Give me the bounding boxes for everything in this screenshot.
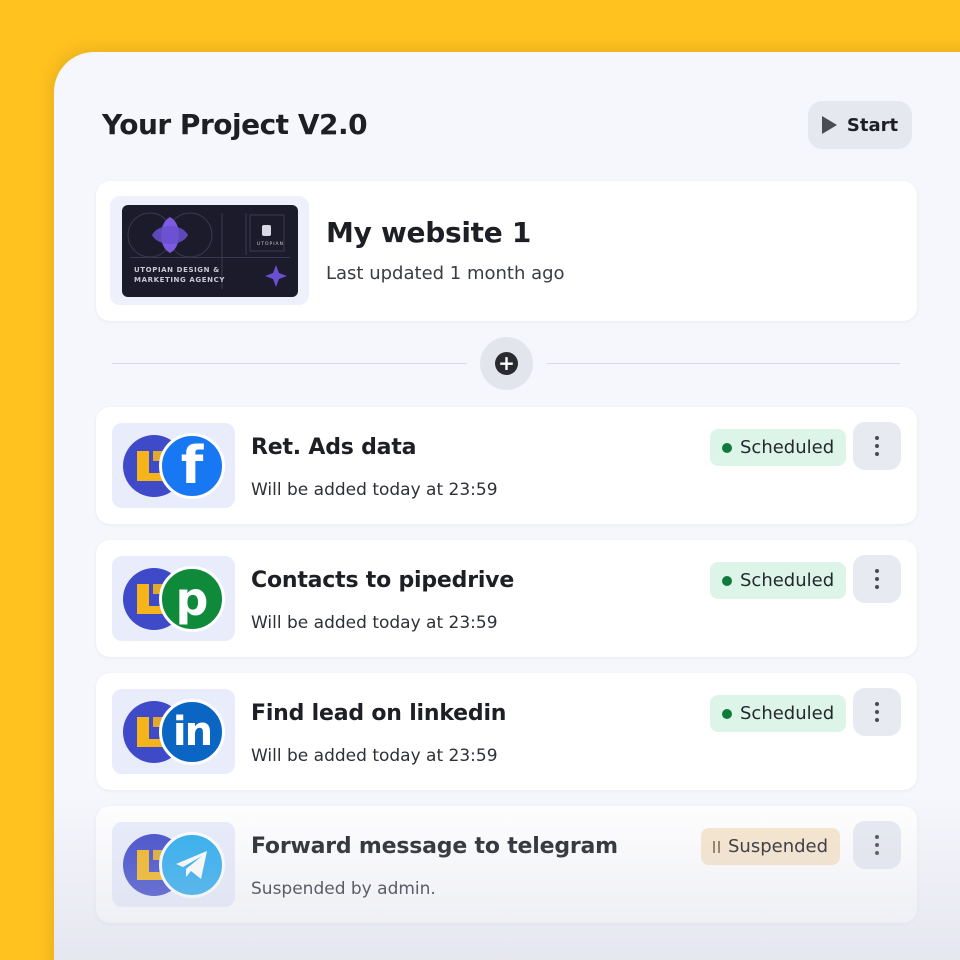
add-step-button[interactable]: + [480, 337, 533, 390]
website-thumbnail: UTOPIAN UTOPIAN DESIGN & MARKETING AGENC… [122, 205, 298, 297]
pause-icon [713, 840, 720, 853]
more-options-button[interactable] [853, 821, 901, 869]
task-card-pipedrive[interactable]: p Contacts to pipedrive Will be added to… [96, 540, 917, 657]
status-label: Scheduled [740, 437, 835, 458]
more-vertical-icon [875, 835, 879, 839]
task-icon-frame: p [112, 556, 235, 641]
more-options-button[interactable] [853, 555, 901, 603]
pipedrive-icon: p [159, 566, 225, 632]
task-subtitle: Will be added today at 23:59 [251, 613, 498, 633]
task-title: Contacts to pipedrive [251, 568, 515, 593]
start-button[interactable]: Start [808, 101, 912, 149]
divider-right [547, 363, 900, 364]
plus-circle-icon: + [495, 352, 518, 375]
task-card-linkedin[interactable]: in Find lead on linkedin Will be added t… [96, 673, 917, 790]
status-badge: Suspended [701, 828, 841, 865]
thumbnail-brand: UTOPIAN [256, 242, 284, 247]
status-dot-icon [722, 575, 732, 586]
telegram-icon [159, 832, 225, 898]
start-button-label: Start [846, 114, 899, 136]
status-badge: Scheduled [710, 429, 847, 466]
thumbnail-caption-line1: UTOPIAN DESIGN & [134, 266, 220, 274]
linkedin-icon: in [159, 699, 225, 765]
task-card-telegram[interactable]: Forward message to telegram Suspended by… [96, 806, 917, 923]
play-icon [821, 116, 837, 134]
task-icon-frame [112, 822, 235, 907]
status-dot-icon [722, 442, 732, 453]
task-card-facebook[interactable]: f Ret. Ads data Will be added today at 2… [96, 407, 917, 524]
task-icon-frame: f [112, 423, 235, 508]
website-thumbnail-frame: UTOPIAN UTOPIAN DESIGN & MARKETING AGENC… [110, 196, 309, 305]
task-subtitle: Will be added today at 23:59 [251, 480, 498, 500]
website-updated: Last updated 1 month ago [326, 263, 565, 284]
website-card[interactable]: UTOPIAN UTOPIAN DESIGN & MARKETING AGENC… [96, 181, 917, 321]
task-title: Ret. Ads data [251, 435, 417, 460]
task-icon-frame: in [112, 689, 235, 774]
more-options-button[interactable] [853, 422, 901, 470]
more-vertical-icon [875, 436, 879, 440]
page-title: Your Project V2.0 [102, 108, 368, 141]
status-badge: Scheduled [710, 695, 847, 732]
task-subtitle: Will be added today at 23:59 [251, 746, 498, 766]
thumbnail-caption: UTOPIAN DESIGN & MARKETING AGENCY [134, 265, 225, 285]
more-vertical-icon [875, 702, 879, 706]
more-options-button[interactable] [853, 688, 901, 736]
task-title: Forward message to telegram [251, 834, 618, 859]
status-label: Scheduled [740, 570, 835, 591]
status-label: Scheduled [740, 703, 835, 724]
project-panel: Your Project V2.0 Start UTOPIAN UTOPIAN … [54, 52, 960, 960]
task-subtitle: Suspended by admin. [251, 879, 436, 899]
status-badge: Scheduled [710, 562, 847, 599]
thumbnail-caption-line2: MARKETING AGENCY [134, 276, 226, 284]
divider-left [112, 363, 467, 364]
task-title: Find lead on linkedin [251, 701, 507, 726]
more-vertical-icon [875, 569, 879, 573]
facebook-icon: f [159, 433, 225, 499]
status-label: Suspended [728, 836, 829, 857]
website-name: My website 1 [326, 216, 532, 249]
status-dot-icon [722, 708, 732, 719]
